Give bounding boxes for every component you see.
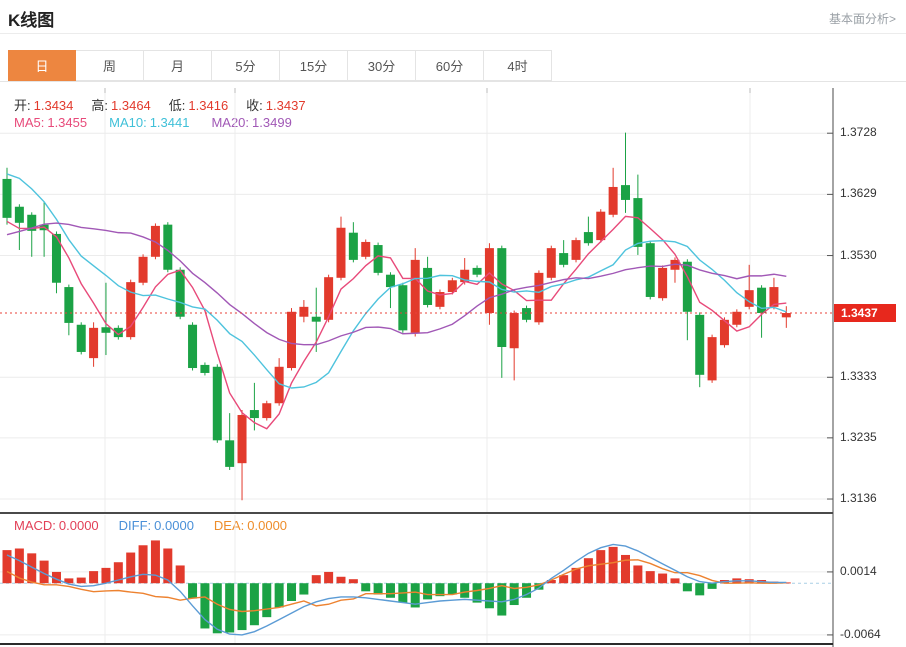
y-axis-label: 1.3136 [840, 491, 877, 505]
y-axis-label: 1.3530 [840, 248, 877, 262]
kline-widget: K线图 基本面分析> 日周月5分15分30分60分4时 开:1.3434 高:1… [0, 0, 906, 647]
y-axis-label: 1.3333 [840, 369, 877, 383]
y-axis-label: -0.0064 [840, 627, 881, 641]
current-price-badge: 1.3437 [834, 304, 896, 322]
y-axis-label: 1.3728 [840, 125, 877, 139]
y-axis-label: 1.3629 [840, 186, 877, 200]
y-axis-label: 1.3235 [840, 430, 877, 444]
y-axis-label: 0.0014 [840, 564, 877, 578]
main-chart-canvas[interactable] [0, 0, 906, 647]
